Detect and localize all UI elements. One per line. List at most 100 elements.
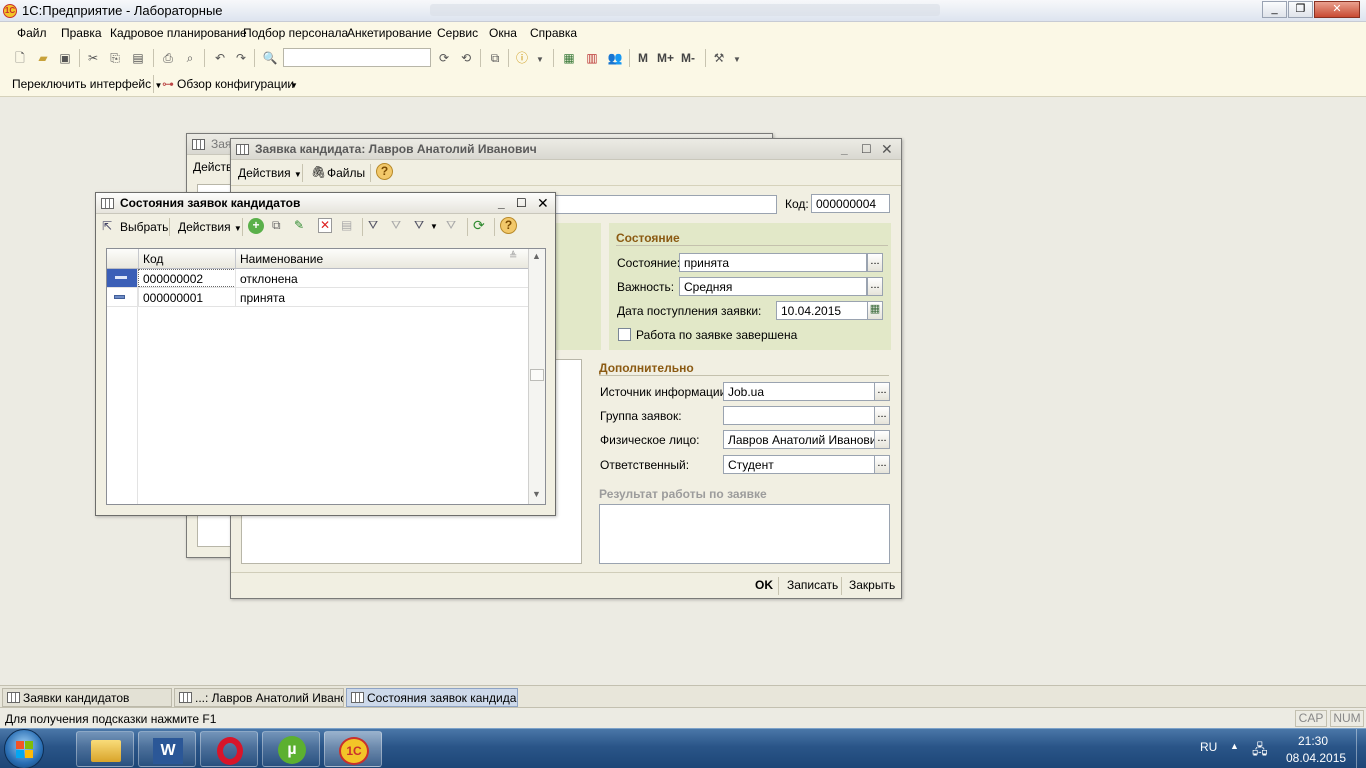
1c-pin[interactable]: 1С bbox=[324, 731, 382, 767]
tab-candidates-list[interactable]: Заявки кандидатов bbox=[2, 688, 172, 707]
network-icon[interactable]: 🖧 bbox=[1252, 739, 1268, 763]
start-button[interactable] bbox=[4, 729, 44, 768]
candidate-name-field[interactable] bbox=[551, 195, 777, 214]
chevron-down-icon[interactable]: ▼ bbox=[729, 52, 745, 68]
source-field[interactable]: Job.ua bbox=[723, 382, 875, 401]
calculator-icon[interactable]: ▦ bbox=[561, 50, 577, 66]
candidate-actions-button[interactable]: Действия ▼ bbox=[238, 166, 302, 180]
info-icon[interactable]: ⓘ bbox=[514, 50, 530, 66]
paste-icon[interactable]: ▤ bbox=[130, 50, 146, 66]
menu-service[interactable]: Сервис bbox=[437, 26, 478, 40]
menu-recruitment[interactable]: Подбор персонала bbox=[243, 26, 348, 40]
scroll-thumb[interactable] bbox=[530, 369, 544, 381]
refresh-icon[interactable]: ⟳ bbox=[473, 217, 485, 234]
work-done-checkbox[interactable] bbox=[618, 328, 631, 341]
help-icon[interactable]: ? bbox=[500, 217, 517, 234]
find-next-icon[interactable]: ⟳ bbox=[436, 50, 452, 66]
close-window-button[interactable]: Закрыть bbox=[849, 578, 895, 592]
minimize-icon[interactable]: _ bbox=[841, 139, 848, 159]
clock-time[interactable]: 21:30 bbox=[1298, 734, 1328, 748]
close-icon[interactable]: ✕ bbox=[537, 193, 549, 213]
grid-scrollbar[interactable]: ▲ ▼ bbox=[528, 249, 545, 504]
group-field[interactable] bbox=[723, 406, 875, 425]
delete-icon[interactable]: ✕ bbox=[318, 218, 332, 233]
open-folder-icon[interactable]: ▰ bbox=[35, 50, 51, 66]
menu-edit[interactable]: Правка bbox=[61, 26, 102, 40]
show-desktop-button[interactable] bbox=[1356, 729, 1366, 768]
language-indicator[interactable]: RU bbox=[1200, 740, 1217, 754]
post-icon[interactable]: ▤ bbox=[341, 218, 352, 232]
clear-filter-icon[interactable]: ⛛ bbox=[446, 218, 456, 233]
maximize-icon[interactable]: ☐ bbox=[516, 193, 527, 213]
help-icon[interactable]: ? bbox=[376, 163, 393, 180]
group-select-button[interactable]: ... bbox=[874, 406, 890, 425]
close-button[interactable]: ✕ bbox=[1314, 1, 1360, 18]
cut-icon[interactable]: ✂ bbox=[85, 50, 101, 66]
opera-pin[interactable] bbox=[200, 731, 258, 767]
print-preview-icon[interactable]: ⌕ bbox=[182, 50, 198, 66]
importance-field[interactable]: Средняя bbox=[679, 277, 867, 296]
column-name[interactable]: Наименование bbox=[240, 252, 323, 266]
filter-by-value-icon[interactable]: ⛛ bbox=[391, 218, 401, 233]
users-icon[interactable]: 👥 bbox=[607, 50, 623, 66]
memory-plus-button[interactable]: M+ bbox=[657, 51, 674, 65]
search-combo[interactable] bbox=[283, 48, 431, 67]
person-select-button[interactable]: ... bbox=[874, 430, 890, 449]
minimize-button[interactable]: _ bbox=[1262, 1, 1287, 18]
source-select-button[interactable]: ... bbox=[874, 382, 890, 401]
new-document-icon[interactable]: 🗋 bbox=[12, 50, 28, 66]
word-pin[interactable]: W bbox=[138, 731, 196, 767]
switch-interface-button[interactable]: Переключить интерфейс ▼ bbox=[12, 77, 162, 91]
date-field[interactable]: 10.04.2015 bbox=[776, 301, 868, 320]
person-field[interactable]: Лавров Анатолий Иванович bbox=[723, 430, 875, 449]
memory-button[interactable]: M bbox=[638, 51, 648, 65]
chevron-down-icon[interactable]: ▼ bbox=[532, 52, 548, 68]
maximize-button[interactable]: ❐ bbox=[1288, 1, 1313, 18]
menu-windows[interactable]: Окна bbox=[489, 26, 517, 40]
result-textarea[interactable] bbox=[599, 504, 890, 564]
state-field[interactable]: принята bbox=[679, 253, 867, 272]
maximize-icon[interactable]: ☐ bbox=[861, 139, 872, 159]
tools-icon[interactable]: ⚒ bbox=[711, 50, 727, 66]
edit-icon[interactable]: ✎ bbox=[294, 218, 304, 232]
sort-icon[interactable]: ≜ bbox=[509, 251, 517, 262]
explorer-pin[interactable] bbox=[76, 731, 134, 767]
save-button[interactable]: Записать bbox=[787, 578, 838, 592]
find-prev-icon[interactable]: ⟲ bbox=[458, 50, 474, 66]
states-grid[interactable]: Код Наименование ≜ 000000002 отклонена 0… bbox=[106, 248, 546, 505]
filter-history-icon[interactable]: ⛛ bbox=[414, 218, 424, 233]
calendar-icon[interactable]: ▥ bbox=[584, 50, 600, 66]
calendar-icon[interactable]: ▦ bbox=[867, 301, 883, 320]
search-icon[interactable]: 🔍 bbox=[262, 50, 278, 66]
utorrent-pin[interactable]: µ bbox=[262, 731, 320, 767]
menu-file[interactable]: Файл bbox=[17, 26, 47, 40]
select-button[interactable]: Выбрать bbox=[120, 220, 168, 234]
tab-candidate-request[interactable]: ...: Лавров Анатолий Ивано... bbox=[174, 688, 344, 707]
print-icon[interactable]: ⎙ bbox=[160, 50, 176, 66]
memory-minus-button[interactable]: M- bbox=[681, 51, 695, 65]
states-window[interactable]: Состояния заявок кандидатов _ ☐ ✕ ⇱ Выбр… bbox=[95, 192, 556, 516]
redo-icon[interactable]: ↷ bbox=[233, 50, 249, 66]
minimize-icon[interactable]: _ bbox=[498, 193, 505, 213]
clock-date[interactable]: 08.04.2015 bbox=[1286, 751, 1346, 765]
menu-questionnaire[interactable]: Анкетирование bbox=[347, 26, 432, 40]
copy-icon[interactable]: ⧉ bbox=[272, 218, 281, 233]
menu-hr-planning[interactable]: Кадровое планирование bbox=[110, 26, 247, 40]
windows-icon[interactable]: ⧉ bbox=[487, 50, 503, 66]
add-icon[interactable]: + bbox=[248, 218, 264, 234]
responsible-field[interactable]: Студент bbox=[723, 455, 875, 474]
ok-button[interactable]: OK bbox=[755, 578, 773, 592]
tab-states[interactable]: Состояния заявок кандида... bbox=[346, 688, 518, 707]
chevron-down-icon[interactable]: ▼ bbox=[430, 222, 438, 231]
chevron-down-icon[interactable]: ▼ bbox=[290, 81, 298, 90]
files-button[interactable]: Файлы bbox=[327, 166, 365, 180]
scroll-down-icon[interactable]: ▼ bbox=[532, 489, 541, 499]
responsible-select-button[interactable]: ... bbox=[874, 455, 890, 474]
code-field[interactable]: 000000004 bbox=[811, 194, 890, 213]
table-row[interactable]: 000000002 отклонена bbox=[107, 269, 528, 288]
filter-icon[interactable]: ⛛ bbox=[368, 218, 378, 233]
column-code[interactable]: Код bbox=[143, 252, 163, 266]
state-select-button[interactable]: ... bbox=[867, 253, 883, 272]
config-overview-button[interactable]: Обзор конфигурации bbox=[177, 77, 294, 91]
scroll-up-icon[interactable]: ▲ bbox=[532, 251, 541, 261]
